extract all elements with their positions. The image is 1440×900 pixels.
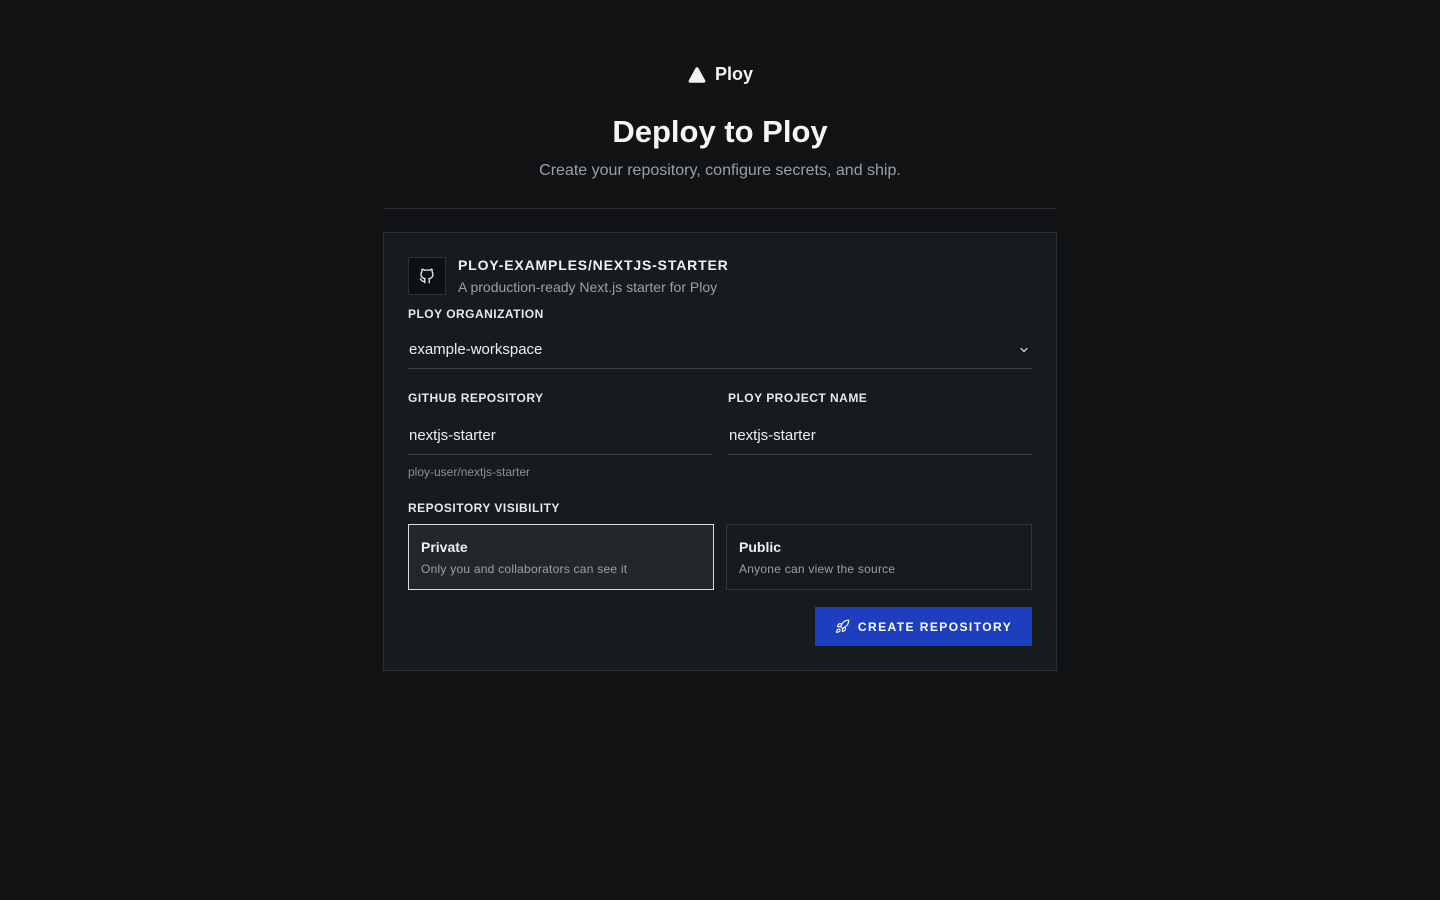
repo-description: A production-ready Next.js starter for P…: [458, 279, 718, 295]
brand: Ploy: [0, 64, 1440, 85]
deploy-page: Ploy Deploy to Ploy Create your reposito…: [0, 0, 1440, 900]
repo-name: PLOY-EXAMPLES/NEXTJS-STARTER: [458, 257, 729, 273]
visibility-option-description: Anyone can view the source: [739, 562, 896, 576]
visibility-option-description: Only you and collaborators can see it: [421, 562, 628, 576]
visibility-option-private[interactable]: Private Only you and collaborators can s…: [408, 524, 714, 590]
github-repository-input[interactable]: [409, 427, 712, 444]
rocket-icon: [835, 619, 850, 633]
project-name-input[interactable]: [729, 427, 1032, 444]
repo-header: PLOY-EXAMPLES/NEXTJS-STARTER A productio…: [408, 257, 729, 295]
triangle-logo-icon: [688, 66, 706, 83]
chevron-down-icon: [1020, 347, 1028, 353]
visibility-label: REPOSITORY VISIBILITY: [408, 501, 560, 515]
header-divider: [383, 208, 1056, 209]
github-repository-label: GITHUB REPOSITORY: [408, 391, 544, 405]
visibility-option-title: Public: [739, 539, 782, 555]
page-title: Deploy to Ploy: [612, 114, 828, 149]
github-repository-hint: ploy-user/nextjs-starter: [408, 465, 531, 479]
visibility-option-title: Private: [421, 539, 468, 555]
create-repository-button[interactable]: CREATE REPOSITORY: [815, 607, 1032, 646]
brand-name: Ploy: [714, 64, 753, 84]
github-icon: [419, 268, 434, 284]
project-name-label: PLOY PROJECT NAME: [728, 391, 868, 405]
repo-icon-box: [408, 257, 446, 295]
deploy-card: PLOY-EXAMPLES/NEXTJS-STARTER A productio…: [383, 232, 1057, 671]
github-repository-field[interactable]: [408, 417, 712, 455]
visibility-option-public[interactable]: Public Anyone can view the source: [726, 524, 1032, 590]
organization-select[interactable]: example-workspace: [408, 331, 1032, 369]
repo-text: PLOY-EXAMPLES/NEXTJS-STARTER A productio…: [458, 257, 729, 295]
organization-label: PLOY ORGANIZATION: [408, 307, 544, 321]
create-repository-label: CREATE REPOSITORY: [857, 619, 1013, 634]
project-name-field[interactable]: [728, 417, 1032, 455]
organization-value: example-workspace: [409, 341, 543, 358]
page-subtitle: Create your repository, configure secret…: [539, 162, 901, 179]
